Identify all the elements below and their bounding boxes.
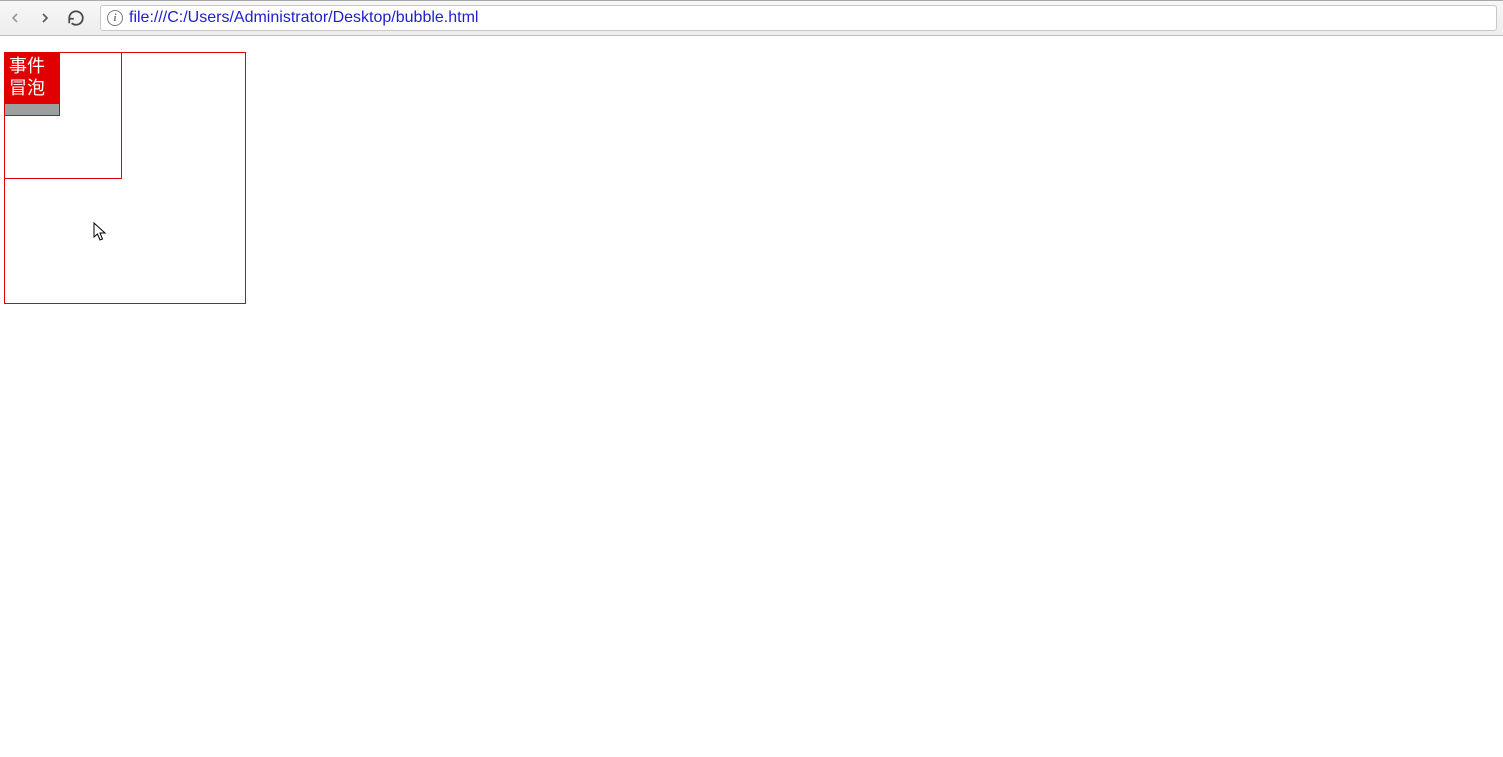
url-input[interactable] (129, 9, 1490, 27)
info-icon[interactable]: i (107, 10, 123, 26)
reload-button[interactable] (66, 8, 86, 28)
inner-box-label: 事件冒泡 (5, 53, 59, 104)
forward-button[interactable] (36, 9, 54, 27)
inner-box[interactable]: 事件冒泡 (4, 52, 60, 116)
nav-buttons (6, 8, 86, 28)
browser-toolbar: i (0, 0, 1503, 36)
middle-box[interactable]: 事件冒泡 (4, 52, 122, 179)
back-button (6, 9, 24, 27)
info-icon-glyph: i (113, 12, 116, 24)
outer-box[interactable]: 事件冒泡 (4, 52, 246, 304)
inner-box-strip (5, 104, 59, 115)
address-bar[interactable]: i (100, 5, 1497, 31)
page-content: 事件冒泡 (0, 36, 1503, 320)
